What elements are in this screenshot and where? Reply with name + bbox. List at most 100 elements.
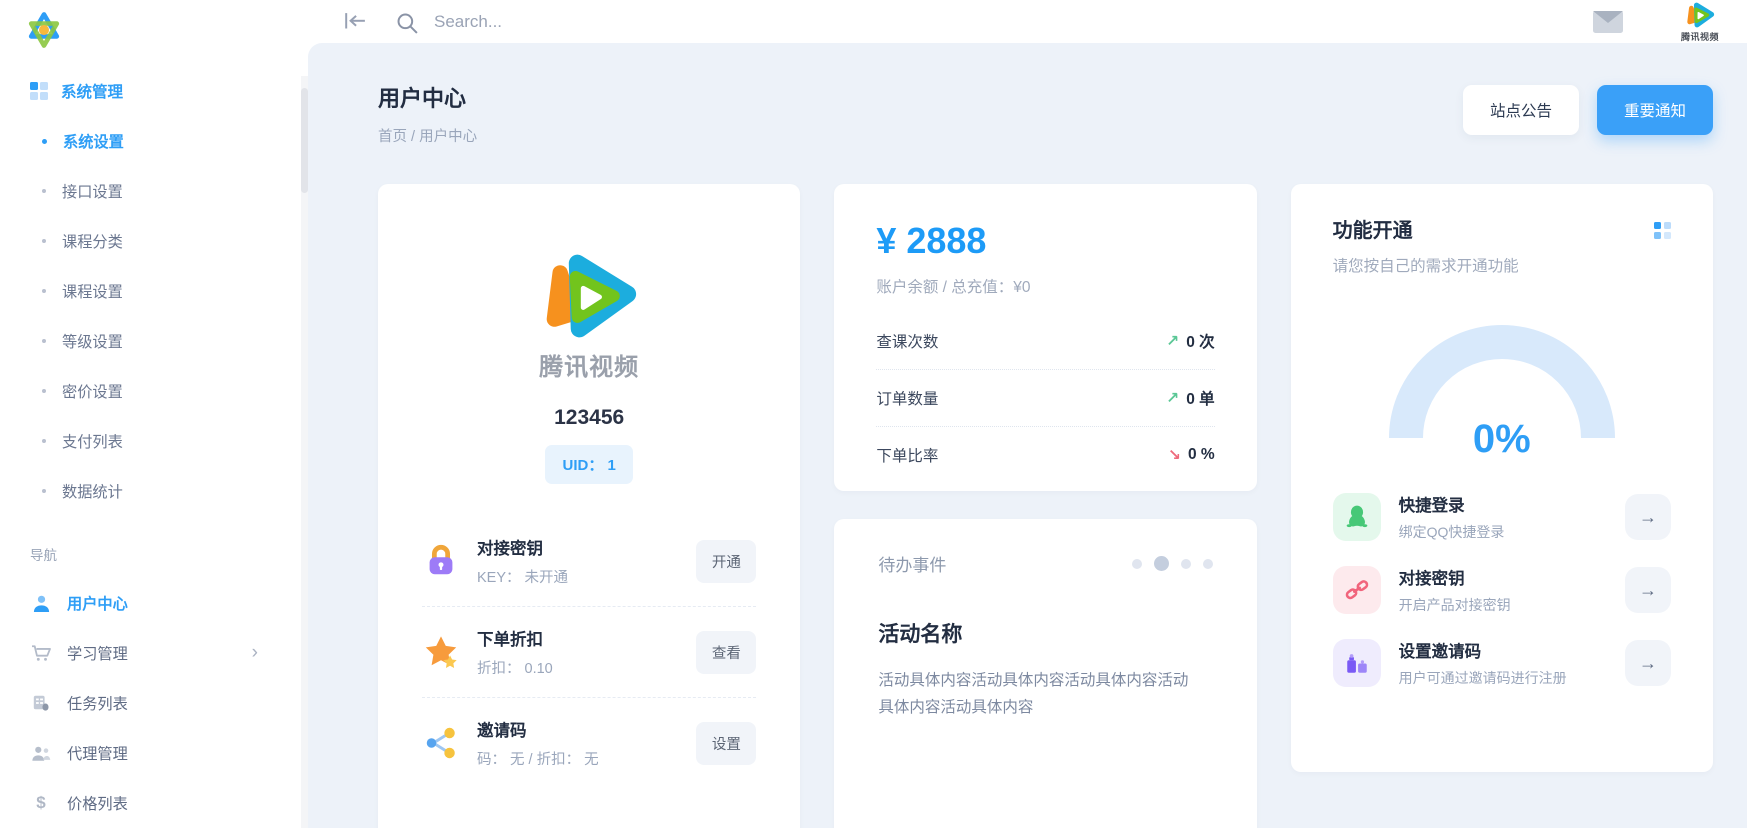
profile-avatar-tencent-video-logo: 腾讯视频 bbox=[422, 246, 756, 382]
stat-row-course-checks: 查课次数 ↗ 0 次 bbox=[876, 313, 1214, 369]
todo-card-title: 待办事件 bbox=[878, 551, 946, 576]
share-icon bbox=[422, 724, 460, 762]
sidebar-item-label: 接口设置 bbox=[62, 180, 123, 202]
carousel-dot[interactable] bbox=[1203, 559, 1213, 569]
grid-icon[interactable] bbox=[1654, 222, 1671, 239]
features-card-subtitle: 请您按自己的需求开通功能 bbox=[1333, 254, 1671, 276]
gift-icon bbox=[1333, 639, 1381, 687]
bullet-icon bbox=[42, 189, 46, 193]
sidebar-item-secret-price-settings[interactable]: 密价设置 bbox=[30, 380, 308, 402]
event-body: 活动具体内容活动具体内容活动具体内容活动具体内容活动具体内容 bbox=[878, 668, 1200, 721]
profile-item-api-key: 对接密钥 KEY： 未开通 开通 bbox=[422, 516, 756, 606]
feature-item-quick-login: 快捷登录 绑定QQ快捷登录 → bbox=[1333, 492, 1671, 542]
sidebar-item-data-statistics[interactable]: 数据统计 bbox=[30, 480, 308, 502]
feature-title: 对接密钥 bbox=[1399, 565, 1511, 589]
stat-row-order-count: 订单数量 ↗ 0 单 bbox=[876, 369, 1214, 426]
sidebar-item-price-list[interactable]: $ 价格列表 bbox=[30, 792, 258, 814]
sidebar-scrollbar-track bbox=[301, 76, 308, 828]
invite-code-arrow-button[interactable]: → bbox=[1625, 640, 1671, 686]
stat-value: 0 单 bbox=[1186, 387, 1214, 409]
profile-item-order-discount: 下单折扣 折扣： 0.10 查看 bbox=[422, 606, 756, 697]
sidebar-item-user-center[interactable]: 用户中心 bbox=[30, 592, 258, 614]
trend-up-icon: ↗ bbox=[1166, 332, 1179, 351]
sidebar-item-course-settings[interactable]: 课程设置 bbox=[30, 280, 308, 302]
search-input[interactable] bbox=[434, 12, 754, 32]
sidebar-item-label: 数据统计 bbox=[62, 480, 123, 502]
topbar: 腾讯视频 bbox=[308, 0, 1747, 43]
balance-caption: 账户余额 / 总充值：¥0 bbox=[876, 275, 1214, 297]
collapse-sidebar-icon[interactable] bbox=[344, 12, 366, 32]
profile-item-subtitle: KEY： 未开通 bbox=[477, 566, 568, 587]
profile-card: 腾讯视频 123456 UID： 1 bbox=[378, 184, 800, 828]
stat-value: 0 % bbox=[1188, 446, 1215, 464]
sidebar-item-label: 学习管理 bbox=[67, 642, 128, 664]
stat-row-order-ratio: 下单比率 ↘ 0 % bbox=[876, 426, 1214, 483]
sidebar-item-level-settings[interactable]: 等级设置 bbox=[30, 330, 308, 352]
bullet-icon bbox=[42, 289, 46, 293]
sidebar-item-label: 代理管理 bbox=[67, 742, 128, 764]
sidebar-item-learning-management[interactable]: 学习管理 › bbox=[30, 642, 258, 664]
qq-penguin-icon bbox=[1333, 493, 1381, 541]
sidebar-item-label: 课程分类 bbox=[62, 230, 123, 252]
sidebar-item-label: 课程设置 bbox=[62, 280, 123, 302]
sidebar-item-system-settings[interactable]: 系统设置 bbox=[30, 130, 308, 152]
sidebar-item-label: 支付列表 bbox=[62, 430, 123, 452]
mail-icon[interactable] bbox=[1593, 11, 1623, 33]
open-key-button[interactable]: 开通 bbox=[696, 540, 756, 583]
api-key-arrow-button[interactable]: → bbox=[1625, 567, 1671, 613]
tencent-video-logo[interactable]: 腾讯视频 bbox=[1681, 0, 1719, 43]
profile-item-title: 邀请码 bbox=[477, 717, 599, 741]
sidebar-item-api-settings[interactable]: 接口设置 bbox=[30, 180, 308, 202]
carousel-dot[interactable] bbox=[1181, 559, 1191, 569]
page-title: 用户中心 bbox=[378, 81, 477, 113]
sidebar-item-task-list[interactable]: 任务列表 bbox=[30, 692, 258, 714]
sidebar-item-label: 系统设置 bbox=[63, 130, 124, 152]
app-window: 系统管理 系统设置 接口设置 课程分类 课程设置 等级设置 bbox=[0, 0, 1747, 828]
bullet-icon bbox=[42, 439, 46, 443]
view-discount-button[interactable]: 查看 bbox=[696, 631, 756, 674]
site-announcement-button[interactable]: 站点公告 bbox=[1463, 85, 1579, 135]
profile-item-title: 对接密钥 bbox=[477, 535, 568, 559]
feature-title: 快捷登录 bbox=[1399, 492, 1505, 516]
feature-subtitle: 开启产品对接密钥 bbox=[1399, 595, 1511, 615]
sidebar-group-system-management[interactable]: 系统管理 bbox=[30, 80, 308, 102]
quick-login-arrow-button[interactable]: → bbox=[1625, 494, 1671, 540]
stat-label: 下单比率 bbox=[876, 444, 938, 466]
sidebar-item-label: 等级设置 bbox=[62, 330, 123, 352]
sidebar-item-payment-list[interactable]: 支付列表 bbox=[30, 430, 308, 452]
sidebar: 系统管理 系统设置 接口设置 课程分类 课程设置 等级设置 bbox=[0, 0, 308, 828]
feature-item-api-key: 对接密钥 开启产品对接密钥 → bbox=[1333, 565, 1671, 615]
bullet-icon bbox=[42, 239, 46, 243]
sidebar-item-label: 用户中心 bbox=[67, 592, 128, 614]
tencent-video-caption: 腾讯视频 bbox=[1681, 30, 1719, 43]
progress-percentage: 0% bbox=[1387, 417, 1617, 462]
balance-card: ¥ 2888 账户余额 / 总充值：¥0 查课次数 ↗ 0 次 bbox=[834, 184, 1256, 491]
trend-down-icon: ↘ bbox=[1168, 446, 1181, 465]
star-icon bbox=[422, 633, 460, 671]
feature-item-invite-code: 设置邀请码 用户可通过邀请码进行注册 → bbox=[1333, 638, 1671, 688]
content-panel: 用户中心 首页 / 用户中心 站点公告 重要通知 bbox=[308, 43, 1747, 828]
app-logo-icon bbox=[22, 8, 66, 52]
carousel-dot-active[interactable] bbox=[1154, 556, 1169, 571]
chevron-right-icon: › bbox=[252, 642, 258, 664]
important-notice-button[interactable]: 重要通知 bbox=[1597, 85, 1713, 135]
profile-item-title: 下单折扣 bbox=[477, 626, 553, 650]
sidebar-item-agent-management[interactable]: 代理管理 bbox=[30, 742, 258, 764]
sidebar-scrollbar-thumb[interactable] bbox=[301, 88, 308, 193]
agents-icon bbox=[30, 743, 52, 763]
sidebar-group-label: 系统管理 bbox=[61, 80, 123, 102]
sidebar-item-course-category[interactable]: 课程分类 bbox=[30, 230, 308, 252]
cart-icon bbox=[30, 643, 52, 663]
event-title: 活动名称 bbox=[878, 618, 1212, 648]
bullet-icon bbox=[42, 389, 46, 393]
sidebar-section-label: 导航 bbox=[30, 544, 308, 564]
main-area: 腾讯视频 用户中心 首页 / 用户中心 站点公告 重要通知 bbox=[308, 0, 1747, 828]
profile-item-subtitle: 码： 无 / 折扣： 无 bbox=[477, 748, 599, 769]
carousel-dot[interactable] bbox=[1132, 559, 1142, 569]
search-icon bbox=[396, 12, 418, 32]
task-list-icon bbox=[30, 693, 52, 713]
feature-subtitle: 绑定QQ快捷登录 bbox=[1399, 522, 1505, 542]
set-invite-code-button[interactable]: 设置 bbox=[696, 722, 756, 765]
lock-icon bbox=[422, 542, 460, 580]
username: 123456 bbox=[422, 406, 756, 430]
